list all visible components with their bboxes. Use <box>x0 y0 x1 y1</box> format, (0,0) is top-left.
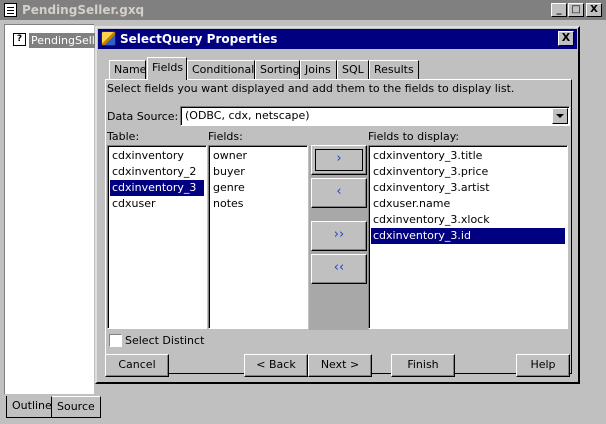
list-item[interactable]: notes <box>211 196 305 212</box>
document-icon <box>4 3 17 17</box>
display-fields-list[interactable]: cdxinventory_3.title cdxinventory_3.pric… <box>368 145 568 329</box>
tab-source[interactable]: Source <box>51 396 101 418</box>
selectquery-properties-dialog: SelectQuery Properties X Name Fields Con… <box>95 26 580 384</box>
list-item[interactable]: cdxinventory_3.artist <box>371 180 565 196</box>
minimize-button[interactable]: _ <box>551 3 567 17</box>
fields-label: Fields: <box>208 130 243 143</box>
data-source-select[interactable]: (ODBC, cdx, netscape) <box>180 106 570 126</box>
tab-sorting[interactable]: Sorting <box>255 60 300 79</box>
tab-joins[interactable]: Joins <box>300 60 337 79</box>
maximize-button[interactable]: □ <box>568 3 584 17</box>
query-node-icon: ? <box>13 33 26 46</box>
dialog-close-button[interactable]: X <box>558 31 574 46</box>
tab-fields[interactable]: Fields <box>147 57 187 80</box>
tab-sql[interactable]: SQL <box>337 60 369 79</box>
help-button[interactable]: Help <box>516 354 570 377</box>
next-button[interactable]: Next > <box>308 354 372 377</box>
select-distinct-checkbox[interactable] <box>109 334 122 347</box>
instructions-text: Select fields you want displayed and add… <box>107 82 515 95</box>
tab-name[interactable]: Name <box>109 60 146 79</box>
list-item[interactable]: cdxinventory_3 <box>110 180 204 196</box>
list-item[interactable]: owner <box>211 148 305 164</box>
finish-button[interactable]: Finish <box>391 354 455 377</box>
add-all-fields-button[interactable]: ›› <box>311 221 367 251</box>
add-field-button[interactable]: › <box>311 145 367 175</box>
list-item[interactable]: cdxinventory_3.xlock <box>371 212 565 228</box>
tab-conditionals[interactable]: Conditionals <box>187 60 260 79</box>
list-item[interactable]: cdxinventory_3.price <box>371 164 565 180</box>
list-item[interactable]: cdxinventory_2 <box>110 164 204 180</box>
window-close-button[interactable]: X <box>586 3 602 17</box>
dialog-titlebar[interactable]: SelectQuery Properties X <box>98 29 577 49</box>
data-source-value: (ODBC, cdx, netscape) <box>185 109 310 122</box>
dialog-title: SelectQuery Properties <box>120 32 278 46</box>
cancel-button[interactable]: Cancel <box>105 354 169 377</box>
list-item[interactable]: genre <box>211 180 305 196</box>
tab-results[interactable]: Results <box>369 60 419 79</box>
table-list[interactable]: cdxinventory cdxinventory_2 cdxinventory… <box>107 145 207 329</box>
data-source-label: Data Source: <box>107 110 179 123</box>
select-distinct-label: Select Distinct <box>125 334 205 347</box>
list-item[interactable]: cdxinventory <box>110 148 204 164</box>
table-label: Table: <box>107 130 140 143</box>
outline-pane: ? PendingSeller <box>4 24 109 394</box>
remove-field-button[interactable]: ‹ <box>311 178 367 208</box>
query-icon <box>101 31 116 46</box>
window-titlebar[interactable]: PendingSeller.gxq _ □ X <box>0 0 606 20</box>
list-item[interactable]: cdxuser.name <box>371 196 565 212</box>
window-title: PendingSeller.gxq <box>22 3 145 17</box>
list-item[interactable]: buyer <box>211 164 305 180</box>
list-item[interactable]: cdxinventory_3.id <box>371 228 565 244</box>
chevron-down-icon[interactable] <box>552 108 568 124</box>
list-item[interactable]: cdxinventory_3.title <box>371 148 565 164</box>
remove-all-fields-button[interactable]: ‹‹ <box>311 254 367 284</box>
display-label: Fields to display: <box>368 130 460 143</box>
back-button[interactable]: < Back <box>244 354 308 377</box>
fields-list[interactable]: owner buyer genre notes <box>208 145 308 329</box>
list-item[interactable]: cdxuser <box>110 196 204 212</box>
